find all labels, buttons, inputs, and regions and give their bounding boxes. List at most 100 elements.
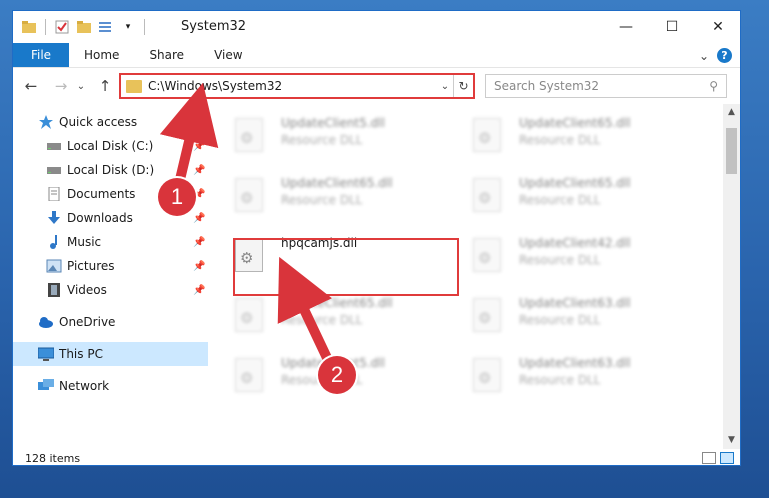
- dll-file-icon: [473, 178, 501, 212]
- item-count: 128 items: [25, 451, 81, 465]
- new-folder-icon[interactable]: [76, 19, 92, 35]
- pin-icon: 📌: [193, 212, 206, 224]
- address-path[interactable]: C:\Windows\System32: [148, 79, 437, 93]
- file-item[interactable]: UpdateClient65.dll Resource DLL: [451, 108, 681, 164]
- documents-icon: [48, 187, 60, 201]
- sidebar-item-label: Documents: [67, 187, 136, 201]
- customize-toolbar-icon[interactable]: [98, 19, 114, 35]
- dll-file-icon: [473, 238, 501, 272]
- sidebar-item-this-pc[interactable]: This PC: [13, 342, 208, 366]
- view-switcher: [702, 449, 734, 465]
- file-type: Resource DLL: [281, 133, 363, 147]
- chevron-down-icon[interactable]: ▾: [120, 19, 136, 35]
- refresh-button[interactable]: ↻: [453, 75, 473, 97]
- sidebar-item-network[interactable]: Network: [13, 374, 208, 398]
- maximize-button[interactable]: ☐: [649, 11, 695, 43]
- sidebar-item-onedrive[interactable]: OneDrive: [13, 310, 208, 334]
- target-file-highlight: [233, 238, 459, 296]
- file-item[interactable]: UpdateClient42.dll Resource DLL: [451, 228, 681, 284]
- folder-icon[interactable]: [21, 19, 37, 35]
- scrollbar-thumb[interactable]: [726, 128, 737, 174]
- file-item[interactable]: UpdateClient63.dll Resource DLL: [451, 348, 681, 404]
- vertical-scrollbar[interactable]: ▲ ▼: [723, 104, 740, 449]
- properties-icon[interactable]: [54, 19, 70, 35]
- file-name: UpdateClient63.dll: [519, 356, 631, 370]
- file-name: UpdateClient65.dll: [519, 176, 631, 190]
- tab-view[interactable]: View: [199, 43, 257, 67]
- search-input[interactable]: Search System32 ⚲: [485, 74, 727, 98]
- file-item[interactable]: UpdateClient5.dll Resource DLL: [213, 108, 443, 164]
- up-button[interactable]: ↑: [95, 76, 115, 96]
- recent-locations-button[interactable]: ⌄: [71, 76, 91, 96]
- file-name: UpdateClient65.dll: [519, 116, 631, 130]
- details-view-icon[interactable]: [702, 452, 716, 464]
- file-explorer-window: ▾ System32 — ☐ ✕ File Home Share View ⌄ …: [12, 10, 741, 466]
- file-name: UpdateClient5.dll: [281, 116, 385, 130]
- sidebar-item-music[interactable]: Music 📌: [13, 230, 208, 254]
- search-placeholder: Search System32: [494, 79, 600, 93]
- folder-icon: [126, 79, 142, 93]
- annotation-marker-1: 1: [158, 178, 196, 216]
- sidebar-item-quick-access[interactable]: Quick access: [13, 110, 208, 134]
- sidebar-item-label: This PC: [59, 347, 103, 361]
- quick-access-toolbar: ▾: [21, 19, 147, 35]
- help-icon[interactable]: ?: [717, 48, 732, 63]
- file-list: UpdateClient5.dll Resource DLL UpdateCli…: [213, 104, 723, 449]
- sidebar-item-label: Network: [59, 379, 110, 393]
- minimize-button[interactable]: —: [603, 11, 649, 43]
- ribbon-controls: ⌄ ?: [699, 48, 732, 63]
- drive-icon: [47, 143, 61, 150]
- address-bar[interactable]: C:\Windows\System32 ⌄ ↻: [119, 73, 475, 99]
- toolbar-divider: [45, 19, 46, 35]
- videos-icon: [48, 283, 60, 297]
- ribbon-tabs: File Home Share View: [13, 43, 740, 68]
- file-type: Resource DLL: [519, 193, 601, 207]
- file-item[interactable]: UpdateClient65.dll Resource DLL: [451, 168, 681, 224]
- pin-icon: 📌: [193, 260, 206, 272]
- sidebar-item-videos[interactable]: Videos 📌: [13, 278, 208, 302]
- back-button[interactable]: ←: [21, 76, 41, 96]
- file-item[interactable]: UpdateClient65.dll Resource DLL: [213, 288, 443, 344]
- sidebar-item-label: OneDrive: [59, 315, 116, 329]
- sidebar-item-local-disk-c[interactable]: Local Disk (C:) 📌: [13, 134, 208, 158]
- drive-icon: [47, 167, 61, 174]
- file-name: UpdateClient65.dll: [281, 296, 393, 310]
- tab-file[interactable]: File: [13, 43, 69, 67]
- window-title: System32: [181, 19, 247, 34]
- pin-icon: 📌: [193, 164, 206, 176]
- pin-icon: 📌: [193, 140, 206, 152]
- file-type: Resource DLL: [519, 373, 601, 387]
- navigation-bar: ← → ⌄ ↑ C:\Windows\System32 ⌄ ↻ Search S…: [13, 68, 740, 104]
- forward-button[interactable]: →: [51, 76, 71, 96]
- address-dropdown-icon[interactable]: ⌄: [437, 81, 453, 92]
- file-item[interactable]: UpdateClient63.dll Resource DLL: [451, 288, 681, 344]
- file-item[interactable]: UpdateClient65.dll Resource DLL: [213, 168, 443, 224]
- file-type: Resource DLL: [281, 193, 363, 207]
- sidebar-item-label: Quick access: [59, 115, 138, 129]
- tiles-view-icon[interactable]: [720, 452, 734, 464]
- sidebar-item-label: Pictures: [67, 259, 115, 273]
- file-name: UpdateClient42.dll: [519, 236, 631, 250]
- cloud-icon: [39, 317, 53, 328]
- search-icon: ⚲: [709, 79, 718, 93]
- sidebar-item-label: Local Disk (D:): [67, 163, 155, 177]
- title-bar: ▾ System32 — ☐ ✕: [13, 11, 740, 43]
- tab-share[interactable]: Share: [134, 43, 199, 67]
- tab-home[interactable]: Home: [69, 43, 134, 67]
- scroll-up-icon[interactable]: ▲: [723, 104, 740, 121]
- sidebar-item-pictures[interactable]: Pictures 📌: [13, 254, 208, 278]
- annotation-marker-2: 2: [318, 356, 356, 394]
- dll-file-icon: [473, 358, 501, 392]
- download-icon: [48, 211, 60, 224]
- sidebar-item-label: Videos: [67, 283, 107, 297]
- file-type: Resource DLL: [519, 253, 601, 267]
- scroll-down-icon[interactable]: ▼: [723, 432, 740, 449]
- pictures-icon: [46, 259, 62, 273]
- close-button[interactable]: ✕: [695, 11, 740, 43]
- toolbar-divider: [144, 19, 145, 35]
- sidebar-item-label: Music: [67, 235, 102, 249]
- music-icon: [50, 235, 57, 249]
- pin-icon: 📌: [193, 284, 206, 296]
- sidebar-item-label: Local Disk (C:): [67, 139, 154, 153]
- expand-ribbon-icon[interactable]: ⌄: [699, 49, 709, 63]
